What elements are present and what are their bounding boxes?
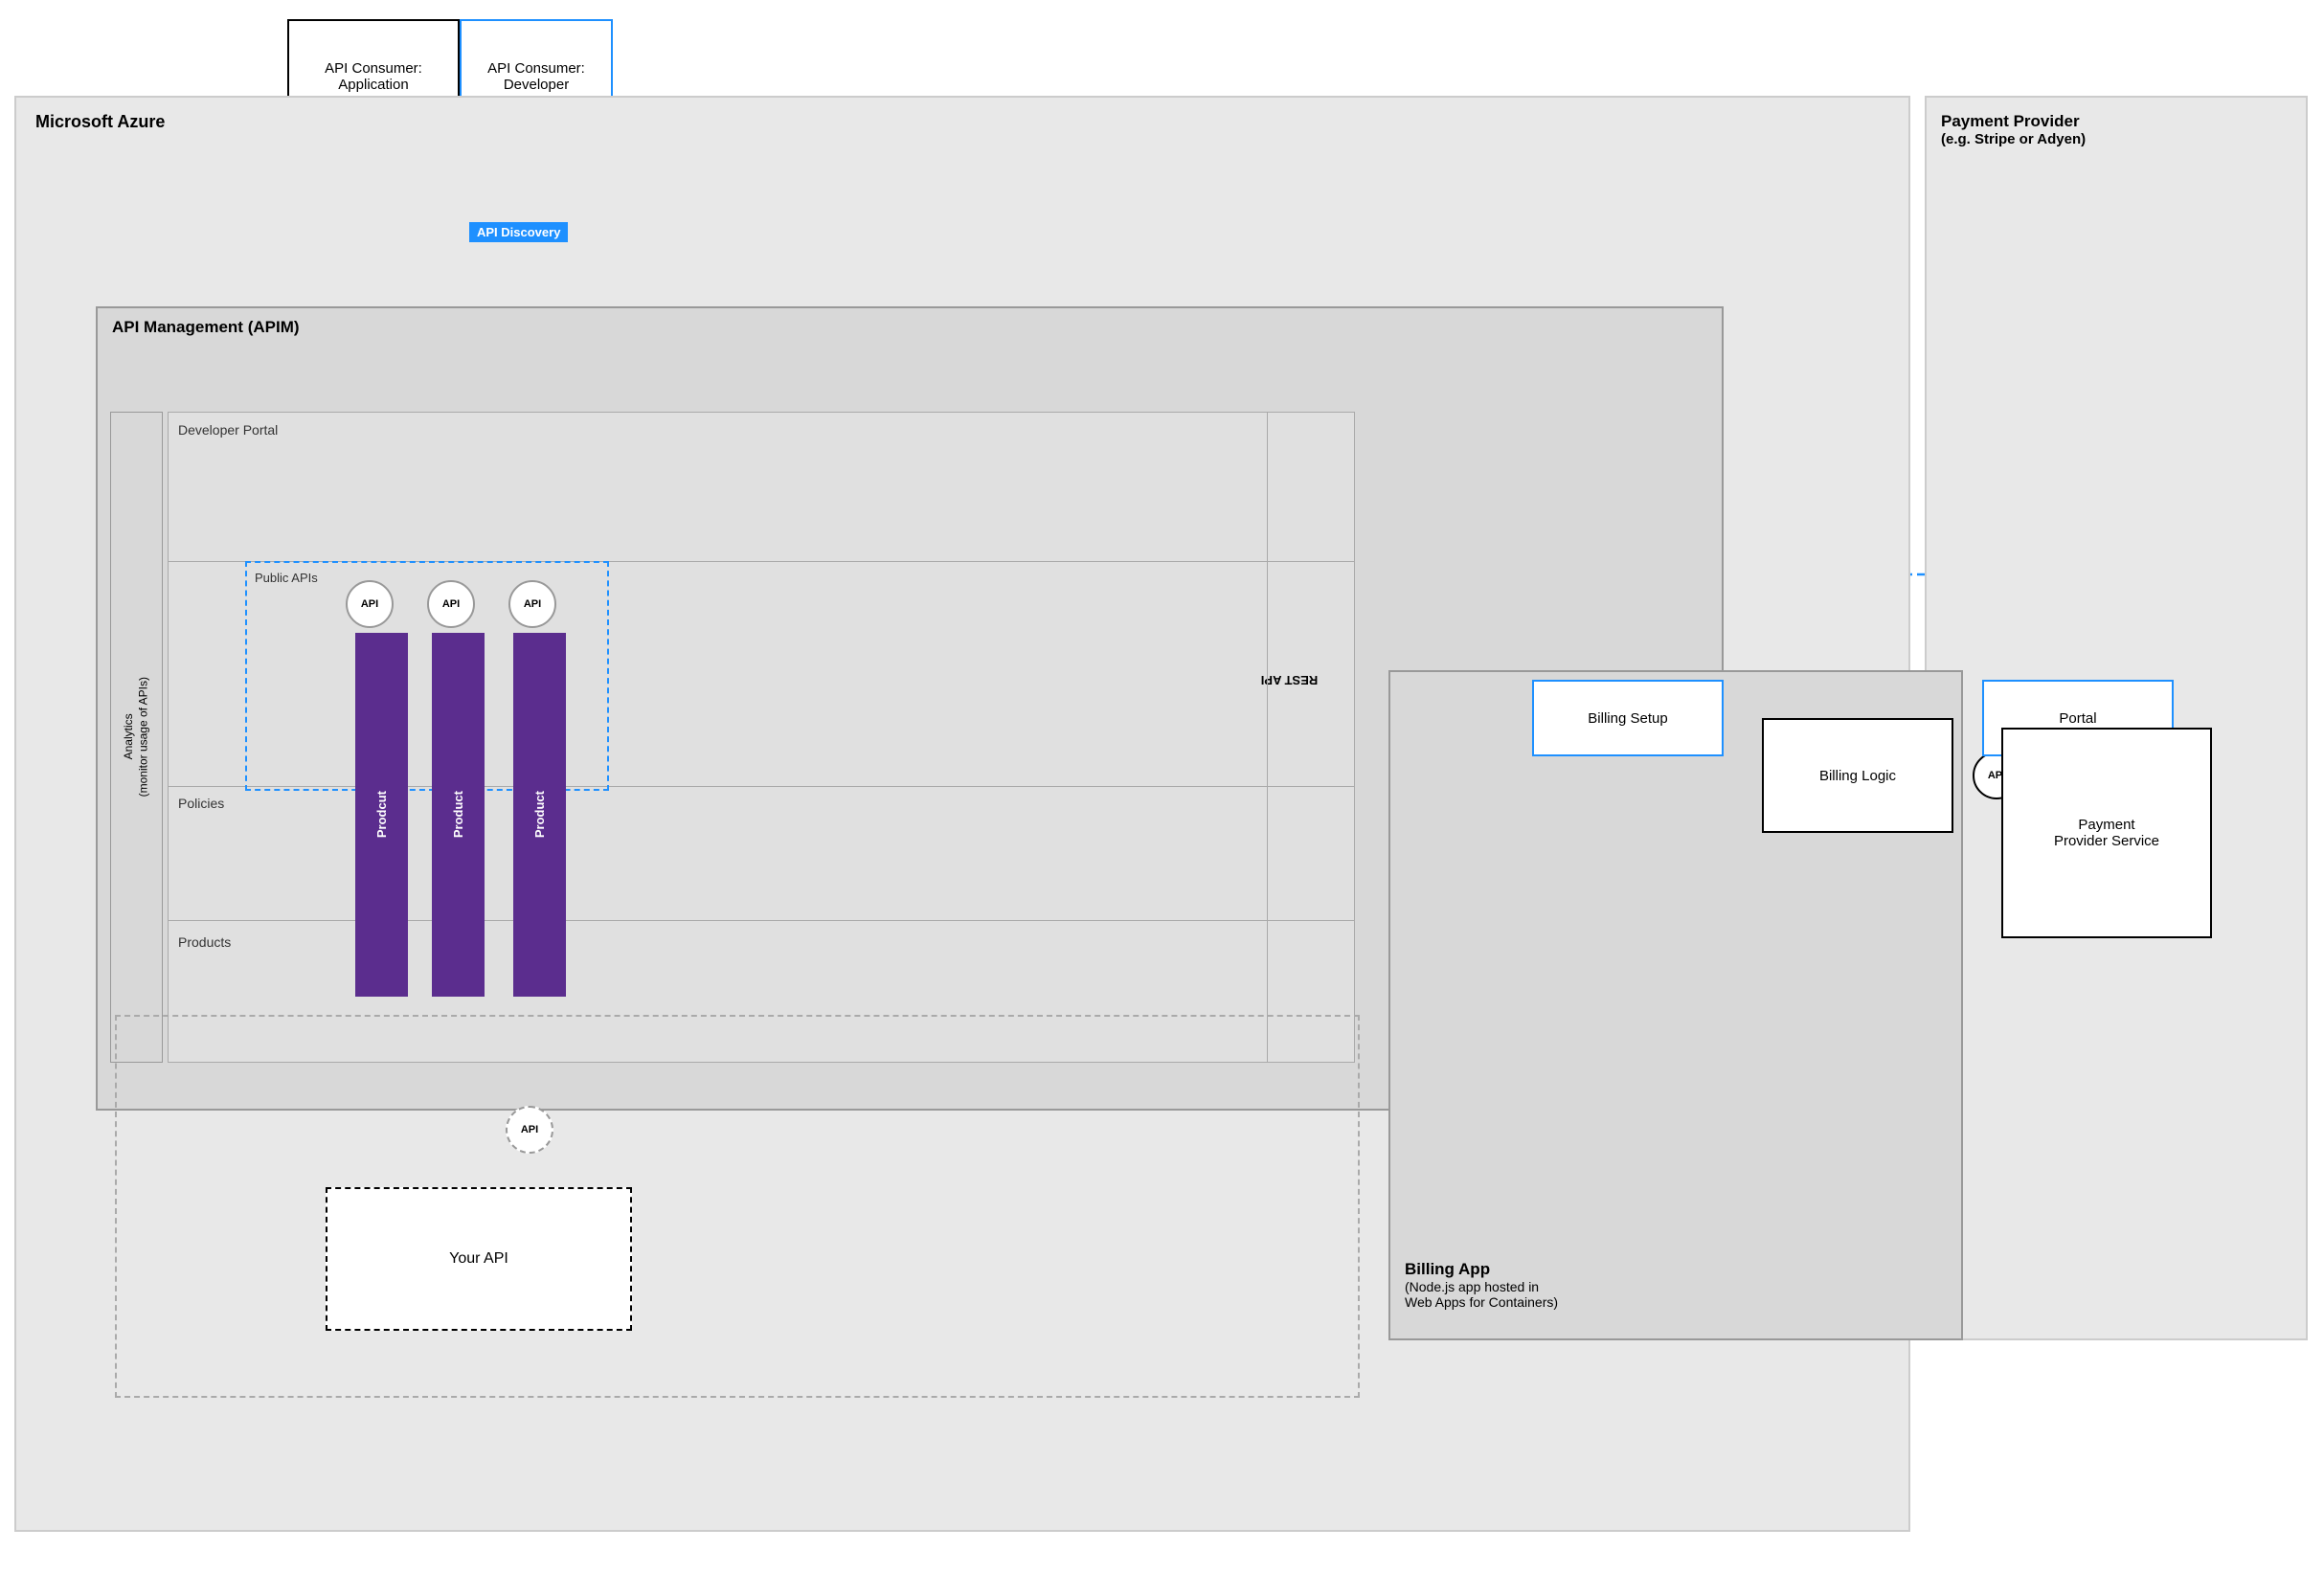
api-discovery-label: API Discovery <box>469 222 568 242</box>
portal-label: Portal <box>2059 710 2096 727</box>
consumer-app-label-line2: Application <box>325 77 422 93</box>
apim-label: API Management (APIM) <box>112 318 300 337</box>
api-circle-2: API <box>427 580 475 628</box>
billing-setup-label: Billing Setup <box>1588 710 1667 727</box>
product-bar-2: Product <box>432 633 485 997</box>
pps-line2: Provider Service <box>2054 833 2159 849</box>
billing-app-label: Billing App (Node.js app hosted in Web A… <box>1405 1260 1558 1310</box>
payment-provider-line1: Payment Provider <box>1941 112 2086 131</box>
apim-inner-box: Developer Portal Policies Products Publi… <box>168 412 1355 1063</box>
consumer-app-label-line1: API Consumer: <box>325 60 422 77</box>
analytics-sidebar: Analytics(monitor usage of APIs) <box>110 412 163 1063</box>
payment-provider-label: Payment Provider (e.g. Stripe or Adyen) <box>1941 112 2086 147</box>
api-circle-3: API <box>508 580 556 628</box>
consumer-dev-label-line2: Developer <box>487 77 585 93</box>
analytics-label: Analytics(monitor usage of APIs) <box>122 677 151 797</box>
payment-provider-line2: (e.g. Stripe or Adyen) <box>1941 131 2086 147</box>
billing-setup-box: Billing Setup <box>1532 680 1724 756</box>
your-api-region <box>115 1015 1360 1398</box>
azure-label: Microsoft Azure <box>35 112 165 132</box>
payment-provider-service-box: Payment Provider Service <box>2001 728 2212 938</box>
billing-logic-label: Billing Logic <box>1819 768 1896 784</box>
api-circle-1: API <box>346 580 394 628</box>
pps-line1: Payment <box>2054 817 2159 833</box>
policies-label: Policies <box>178 796 224 811</box>
diagram-container: API Consumer: Application API Consumer: … <box>0 0 2324 1573</box>
billing-logic-box: Billing Logic <box>1762 718 1953 833</box>
consumer-dev-label-line1: API Consumer: <box>487 60 585 77</box>
product-bar-3: Product <box>513 633 566 997</box>
products-label: Products <box>178 934 231 950</box>
developer-portal-label: Developer Portal <box>178 422 278 438</box>
product-bar-1: Prodcut <box>355 633 408 997</box>
rest-api-label: REST API <box>1261 673 1318 687</box>
